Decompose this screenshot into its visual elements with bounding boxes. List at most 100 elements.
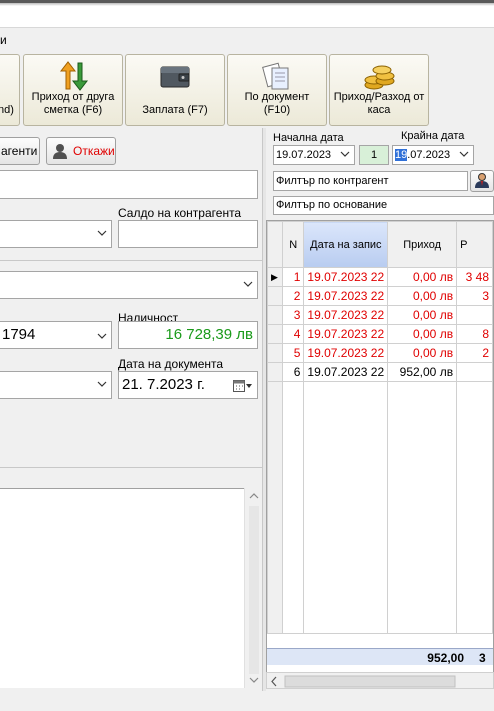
- start-date-picker[interactable]: 19.07.2023: [273, 145, 355, 165]
- cell-n: 5: [282, 343, 305, 363]
- table-row[interactable]: ▶ 1 19.07.2023 22 0,00 лв 3 48: [267, 267, 493, 287]
- contractor-combo[interactable]: [0, 220, 112, 248]
- cell-income: 0,00 лв: [387, 324, 458, 344]
- row-indicator: [267, 286, 284, 306]
- records-grid[interactable]: N Дата на запис Приход Р ▶ 1 19.07.2023 …: [266, 220, 494, 673]
- records-table: N Дата на запис Приход Р ▶ 1 19.07.2023 …: [267, 221, 493, 634]
- start-date-value: 19.07.2023: [276, 149, 332, 161]
- cell-n: 3: [282, 305, 305, 325]
- documents-icon: [260, 59, 294, 93]
- toolbar-button-partial-label: nd): [0, 104, 14, 116]
- cell-n: 6: [282, 362, 305, 382]
- cell-n: 2: [282, 286, 305, 306]
- chevron-down-icon: [340, 149, 350, 159]
- filter-by-basis-input[interactable]: Филтър по основание: [273, 196, 494, 215]
- by-document-label: По документ (F10): [244, 91, 310, 116]
- transfer-arrows-icon: [56, 59, 90, 93]
- row-indicator-header: [267, 221, 284, 268]
- cell-date: 19.07.2023 22: [303, 324, 389, 344]
- column-header-date[interactable]: Дата на запис: [303, 221, 389, 268]
- register-panel: Начална дата Крайна дата 19.07.2023 1 19…: [266, 128, 494, 691]
- cancel-button[interactable]: Откажи: [46, 137, 116, 165]
- cell-income: 0,00 лв: [387, 267, 458, 287]
- end-date-label: Крайна дата: [401, 130, 465, 142]
- contractor-name-field[interactable]: [0, 170, 258, 199]
- document-date-picker[interactable]: 21. 7.2023 г.: [118, 371, 258, 399]
- by-document-button[interactable]: По документ (F10): [227, 54, 327, 126]
- toolbar: nd) Приход от друга сметка (F6) Заплата …: [0, 50, 494, 130]
- table-row[interactable]: 3 19.07.2023 22 0,00 лв: [267, 305, 493, 325]
- cell-expense: 2: [456, 343, 493, 363]
- account-combo[interactable]: 1794: [0, 321, 112, 349]
- menu-fragment[interactable]: и: [0, 33, 7, 47]
- document-date-label: Дата на документа: [118, 357, 224, 371]
- calendar-icon[interactable]: [233, 379, 253, 396]
- chevron-down-icon: [97, 328, 107, 339]
- user-icon: [51, 142, 69, 160]
- contractors-button-label: агенти: [1, 144, 38, 158]
- cash-value-field: 16 728,39 лв: [118, 321, 258, 349]
- table-row[interactable]: 2 19.07.2023 22 0,00 лв 3: [267, 286, 493, 306]
- operation-combo[interactable]: [0, 371, 112, 399]
- cell-date: 19.07.2023 22: [303, 305, 389, 325]
- day-count-field[interactable]: 1: [359, 145, 389, 165]
- table-row[interactable]: 6 19.07.2023 22 952,00 лв: [267, 362, 493, 382]
- cell-n: 4: [282, 324, 305, 344]
- filter-by-contractor-input[interactable]: Филтър по контрагент: [273, 171, 468, 191]
- contractors-button[interactable]: агенти: [0, 137, 40, 165]
- total-expense: 3: [479, 651, 486, 665]
- column-header-n[interactable]: N: [282, 221, 305, 268]
- transfer-from-account-button[interactable]: Приход от друга сметка (F6): [23, 54, 123, 126]
- grid-horizontal-scrollbar[interactable]: [266, 672, 494, 689]
- row-indicator: [267, 343, 284, 363]
- column-header-income[interactable]: Приход: [387, 221, 458, 268]
- cell-expense: [456, 305, 493, 325]
- start-date-label: Начална дата: [273, 132, 344, 144]
- end-date-selected: 19: [395, 149, 408, 161]
- document-date-value: 21. 7.2023 г.: [122, 376, 205, 393]
- person-icon: [474, 172, 490, 191]
- cash-income-expense-label: Приход/Разход от каса: [333, 91, 425, 116]
- account-value: 1794: [2, 326, 36, 343]
- contractor-balance-field[interactable]: [118, 220, 258, 248]
- cell-expense: 3: [456, 286, 493, 306]
- chevron-down-icon: [243, 278, 253, 288]
- cell-expense: 3 48: [456, 267, 493, 287]
- cell-n: 1: [282, 267, 305, 287]
- cash-income-expense-button[interactable]: Приход/Разход от каса: [329, 54, 429, 126]
- column-header-expense[interactable]: Р: [456, 221, 493, 268]
- cancel-button-label: Откажи: [73, 144, 115, 158]
- table-row[interactable]: 5 19.07.2023 22 0,00 лв 2: [267, 343, 493, 363]
- cell-income: 0,00 лв: [387, 305, 458, 325]
- row-indicator: [267, 324, 284, 344]
- cell-date: 19.07.2023 22: [303, 362, 389, 382]
- toolbar-button-partial[interactable]: nd): [0, 54, 20, 126]
- current-row-indicator: ▶: [267, 267, 284, 287]
- cell-income: 952,00 лв: [387, 362, 458, 382]
- totals-row: 952,00 3: [267, 648, 493, 665]
- end-date-picker[interactable]: 19.07.2023: [392, 145, 474, 165]
- cell-expense: 8: [456, 324, 493, 344]
- chevron-down-icon: [459, 149, 469, 159]
- basis-combo[interactable]: [0, 271, 258, 299]
- transfer-from-account-label: Приход от друга сметка (F6): [31, 91, 115, 116]
- cell-income: 0,00 лв: [387, 343, 458, 363]
- end-date-rest: .07.2023: [407, 149, 451, 161]
- table-row[interactable]: 4 19.07.2023 22 0,00 лв 8: [267, 324, 493, 344]
- select-contractor-button[interactable]: [470, 170, 494, 192]
- wallet-icon: [158, 59, 192, 93]
- salary-button[interactable]: Заплата (F7): [125, 54, 225, 126]
- total-income: 952,00: [427, 651, 464, 665]
- cell-date: 19.07.2023 22: [303, 343, 389, 363]
- row-indicator: [267, 305, 284, 325]
- cell-income: 0,00 лв: [387, 286, 458, 306]
- contractor-balance-label: Салдо на контрагента: [118, 206, 242, 220]
- document-form-panel: агенти Откажи Салдо на контрагента Налич…: [0, 128, 262, 468]
- salary-label: Заплата (F7): [142, 104, 208, 116]
- chevron-down-icon: [97, 378, 107, 388]
- notes-scrollbar[interactable]: [244, 488, 262, 688]
- notes-textarea[interactable]: [0, 488, 262, 688]
- chevron-down-icon: [97, 227, 107, 237]
- cell-date: 19.07.2023 22: [303, 286, 389, 306]
- window-titlebar: [0, 0, 494, 28]
